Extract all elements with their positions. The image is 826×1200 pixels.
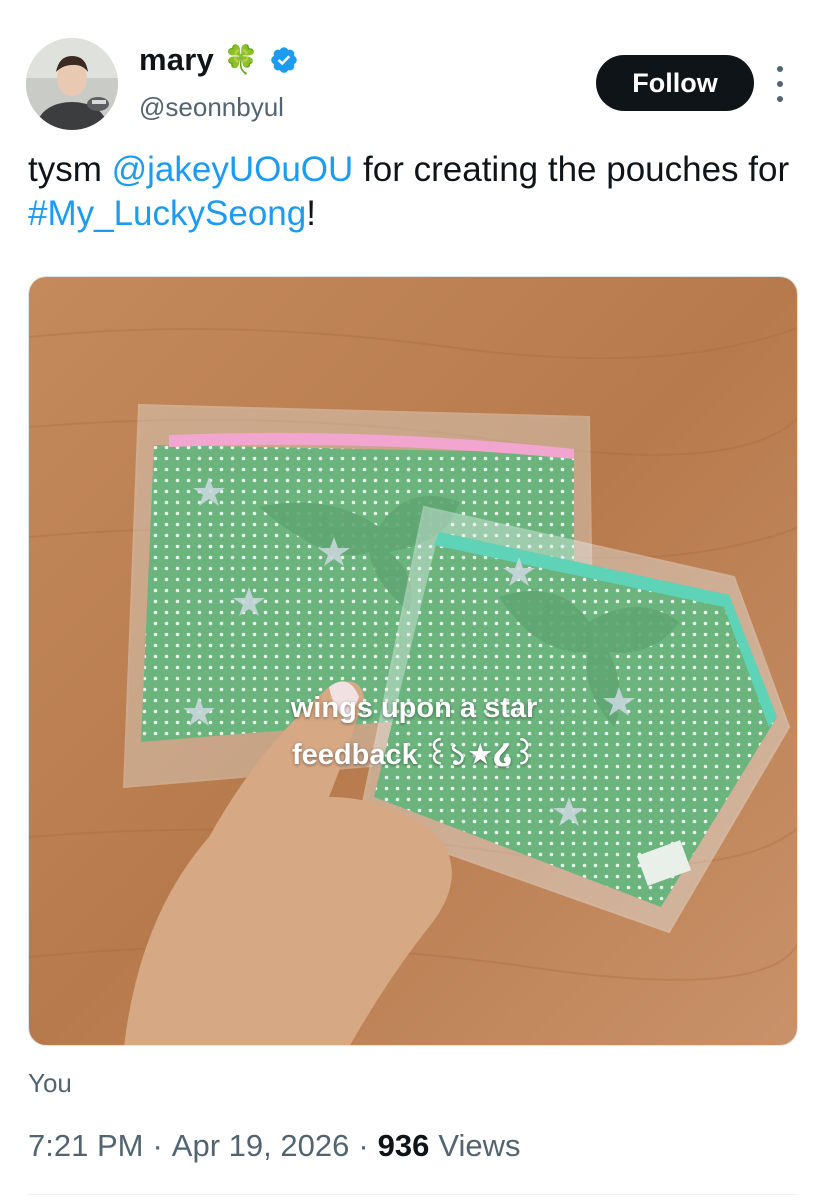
more-dot [777,96,783,102]
more-options-icon[interactable] [772,66,788,102]
divider [28,1194,798,1195]
mention-link[interactable]: @jakeyUOuOU [112,150,354,189]
meta-separator: · [358,1128,369,1163]
author-handle[interactable]: @seonnbyul [139,92,284,123]
avatar[interactable] [26,38,118,130]
more-dot [777,66,783,72]
tweet-date[interactable]: Apr 19, 2026 [172,1128,350,1164]
tweet-text-prefix: tysm [28,150,112,189]
tweet-text-suffix: ! [306,194,316,233]
photo-caption-line-2: feedback ꒰১★໒꒱ [291,739,536,771]
tweet-photo[interactable]: wings upon a star feedback ꒰১★໒꒱ [28,276,798,1046]
tweet-header: mary 🍀 @seonnbyul Follow [26,38,800,130]
hashtag-link[interactable]: #My_LuckySeong [28,194,306,233]
tweet-text: tysm @jakeyUOuOU for creating the pouche… [28,148,798,236]
avatar-image [26,38,118,130]
photo-pouches [29,277,797,1045]
author-name-row: mary 🍀 [139,42,299,78]
tweet-time[interactable]: 7:21 PM [28,1128,143,1164]
verified-badge-icon [270,47,297,73]
views-label: Views [438,1128,521,1163]
meta-separator: · [152,1128,163,1163]
views-count: 936 [377,1128,430,1163]
tweet-text-middle: for creating the pouches for [353,150,790,189]
four-leaf-clover-icon: 🍀 [223,44,259,75]
follow-button[interactable]: Follow [596,55,754,111]
photo-caption-line-1: wings upon a star [290,692,538,724]
media-source-label: You [28,1068,72,1098]
tweet-meta: 7:21 PM · Apr 19, 2026 · 936 Views [28,1128,521,1164]
author-name[interactable]: mary [139,42,214,78]
more-dot [777,81,783,87]
